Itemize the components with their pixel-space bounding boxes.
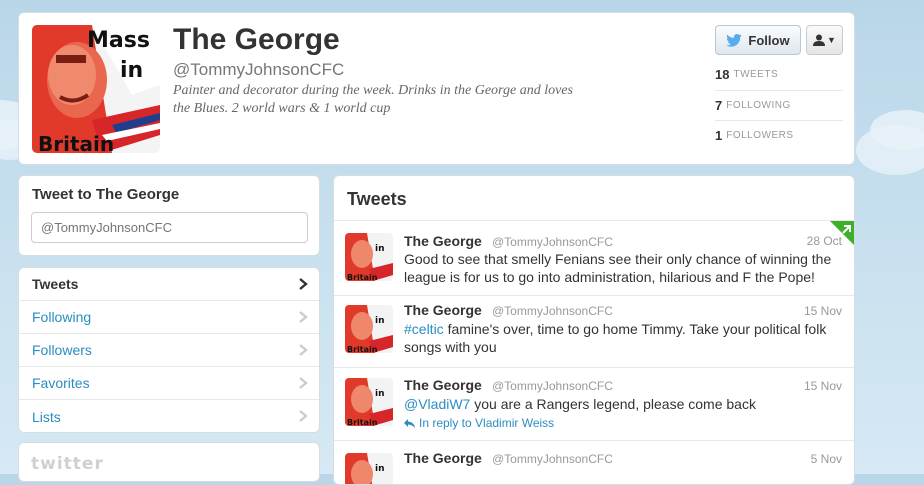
nav-item-following[interactable]: Following	[19, 301, 319, 334]
svg-text:Britain: Britain	[38, 132, 114, 153]
nav-item-tweets[interactable]: Tweets	[19, 268, 319, 301]
tweet-author-name[interactable]: The George	[404, 377, 482, 393]
profile-avatar[interactable]: Mass in Britain	[32, 25, 160, 153]
hashtag-link[interactable]: #celtic	[404, 321, 444, 337]
profile-name: The George	[173, 23, 340, 56]
svg-text:Britain: Britain	[347, 418, 378, 426]
tweet[interactable]: in Britain The George @TommyJohnsonCFC 15…	[334, 296, 854, 368]
tweet-to-title: Tweet to The George	[32, 186, 180, 203]
tweet-text-body: you are a Rangers legend, please come ba…	[470, 396, 756, 412]
tweet-avatar[interactable]: in Britain	[345, 305, 393, 353]
svg-text:Britain: Britain	[347, 345, 378, 353]
tweet-author-name[interactable]: The George	[404, 233, 482, 249]
twitter-bird-icon	[726, 33, 743, 47]
tweet-timestamp[interactable]: 15 Nov	[804, 304, 842, 318]
tweets-timeline: Tweets in Britain The George @TommyJohnso…	[333, 175, 855, 485]
tweet-text: #celtic famine's over, time to go home T…	[404, 320, 844, 356]
tweet-author-handle[interactable]: @TommyJohnsonCFC	[492, 235, 613, 249]
background-cloud	[856, 125, 924, 175]
user-actions-button[interactable]: ▼	[806, 25, 843, 55]
svg-text:in: in	[375, 464, 385, 474]
nav-item-lists[interactable]: Lists	[19, 400, 319, 432]
timeline-title: Tweets	[347, 189, 407, 209]
caret-down-icon: ▼	[827, 35, 836, 45]
nav-item-followers[interactable]: Followers	[19, 334, 319, 367]
tweet-text: Good to see that smelly Fenians see thei…	[404, 251, 832, 285]
in-reply-to-link[interactable]: In reply to Vladimir Weiss	[404, 416, 554, 430]
stat-label: FOLLOWERS	[726, 129, 794, 141]
stat-label: FOLLOWING	[726, 99, 791, 111]
profile-nav: Tweets Following Followers Favorites Lis…	[18, 267, 320, 433]
mention-link[interactable]: @VladiW7	[404, 396, 470, 412]
tweet-timestamp[interactable]: 5 Nov	[811, 452, 842, 466]
twitter-logo-box: twitter	[18, 442, 320, 482]
chevron-right-icon	[299, 311, 308, 323]
stat-count: 1	[715, 127, 723, 143]
chevron-right-icon	[299, 344, 308, 356]
stat-label: TWEETS	[733, 68, 779, 80]
nav-item-label: Lists	[32, 408, 61, 425]
timeline-header: Tweets	[334, 176, 854, 221]
profile-bio: Painter and decorator during the week. D…	[173, 83, 573, 116]
tweet-author-handle[interactable]: @TommyJohnsonCFC	[492, 379, 613, 393]
follow-button[interactable]: Follow	[715, 25, 801, 55]
svg-text:Mass: Mass	[87, 28, 150, 53]
stat-following[interactable]: 7 FOLLOWING	[715, 90, 843, 120]
new-tweet-corner-icon	[830, 221, 854, 245]
tweet-text: @VladiW7 you are a Rangers legend, pleas…	[404, 395, 844, 413]
nav-item-label: Tweets	[32, 276, 79, 292]
tweet[interactable]: in Britain The George @TommyJohnsonCFC 28…	[334, 221, 854, 296]
tweet-to-box: Tweet to The George	[18, 175, 320, 256]
nav-item-label: Following	[32, 309, 92, 325]
stat-count: 7	[715, 97, 723, 113]
tweet[interactable]: in The George @TommyJohnsonCFC 5 Nov	[334, 441, 854, 484]
follow-button-label: Follow	[748, 32, 790, 48]
svg-text:in: in	[375, 316, 385, 326]
profile-handle: @TommyJohnsonCFC	[173, 60, 345, 79]
nav-item-favorites[interactable]: Favorites	[19, 367, 319, 400]
twitter-logo: twitter	[31, 454, 104, 474]
nav-item-label: Followers	[32, 342, 92, 358]
user-icon	[813, 34, 826, 46]
tweet-author-name[interactable]: The George	[404, 302, 482, 318]
reply-arrow-icon	[404, 418, 415, 428]
svg-text:Britain: Britain	[347, 273, 378, 281]
chevron-right-icon	[299, 377, 308, 389]
in-reply-to-label: In reply to Vladimir Weiss	[419, 416, 555, 430]
svg-text:in: in	[120, 58, 143, 83]
stat-followers[interactable]: 1 FOLLOWERS	[715, 120, 843, 150]
svg-text:in: in	[375, 244, 385, 254]
svg-text:in: in	[375, 389, 385, 399]
stat-count: 18	[715, 66, 730, 82]
tweet-avatar[interactable]: in Britain	[345, 233, 393, 281]
tweet-author-name[interactable]: The George	[404, 450, 482, 466]
tweet-author-handle[interactable]: @TommyJohnsonCFC	[492, 304, 613, 318]
nav-item-label: Favorites	[32, 375, 90, 391]
tweet-text-body: famine's over, time to go home Timmy. Ta…	[404, 321, 827, 355]
profile-header: Mass in Britain The George @TommyJohnson…	[18, 12, 855, 165]
tweet-to-input[interactable]	[31, 212, 308, 243]
chevron-right-icon	[299, 410, 308, 422]
tweet-avatar[interactable]: in Britain	[345, 378, 393, 426]
tweet[interactable]: in Britain The George @TommyJohnsonCFC 15…	[334, 368, 854, 441]
tweet-timestamp[interactable]: 15 Nov	[804, 379, 842, 393]
stat-tweets[interactable]: 18 TWEETS	[715, 59, 843, 89]
tweet-avatar[interactable]: in	[345, 453, 393, 484]
tweet-author-handle[interactable]: @TommyJohnsonCFC	[492, 452, 613, 466]
chevron-right-icon	[299, 278, 308, 290]
